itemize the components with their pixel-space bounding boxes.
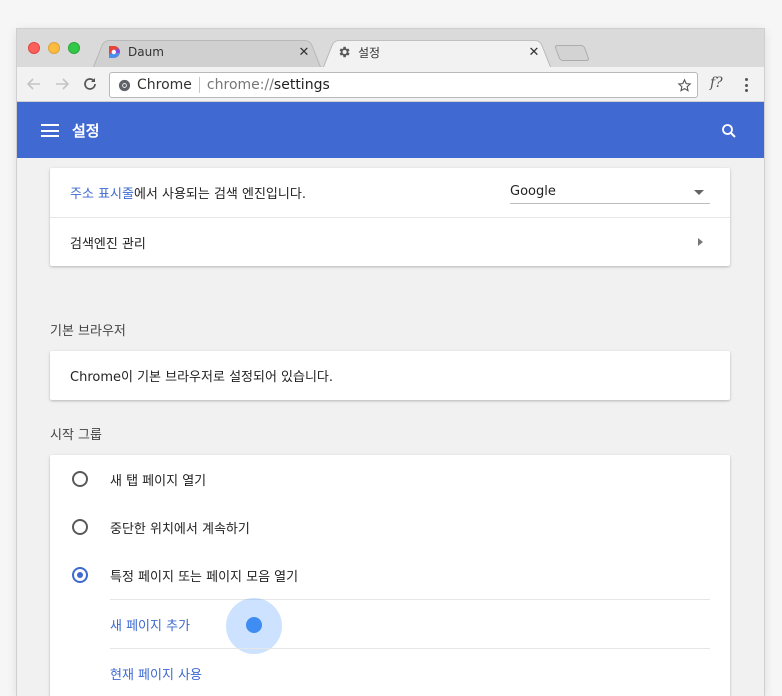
hamburger-menu-icon[interactable] bbox=[41, 124, 59, 137]
tab-title: 설정 bbox=[358, 45, 381, 60]
tab-daum[interactable]: Daum ✕ bbox=[93, 37, 321, 67]
startup-option-continue[interactable]: 중단한 위치에서 계속하기 bbox=[50, 503, 730, 551]
cursor-indicator bbox=[246, 617, 262, 633]
use-current-pages-link[interactable]: 현재 페이지 사용 bbox=[110, 664, 202, 683]
radio-label: 중단한 위치에서 계속하기 bbox=[110, 521, 250, 537]
address-bar-link[interactable]: 주소 표시줄 bbox=[70, 187, 134, 202]
forward-arrow-icon[interactable] bbox=[52, 74, 72, 94]
radio-label: 새 탭 페이지 열기 bbox=[110, 473, 207, 489]
search-engine-description: 주소 표시줄에서 사용되는 검색 엔진입니다. bbox=[70, 187, 306, 202]
tab-settings[interactable]: 설정 ✕ bbox=[323, 37, 551, 67]
omnibox-chip: Chrome bbox=[137, 77, 200, 93]
more-menu-icon[interactable] bbox=[739, 76, 753, 94]
default-browser-row: Chrome이 기본 브라우저로 설정되어 있습니다. bbox=[50, 351, 730, 400]
browser-window: Daum ✕ 설정 ✕ Chrome chrome://settings f? … bbox=[17, 29, 764, 696]
close-icon[interactable]: ✕ bbox=[527, 45, 541, 60]
minimize-window-button[interactable] bbox=[48, 42, 60, 54]
extension-icon[interactable]: f? bbox=[710, 75, 723, 91]
search-engine-select[interactable]: Google bbox=[510, 180, 710, 204]
manage-search-engines-row[interactable]: 검색엔진 관리 bbox=[50, 217, 730, 266]
tab-strip: Daum ✕ 설정 ✕ bbox=[17, 29, 764, 67]
default-browser-status: Chrome이 기본 브라우저로 설정되어 있습니다. bbox=[70, 370, 334, 385]
radio-button[interactable] bbox=[72, 471, 88, 487]
default-browser-section-title: 기본 브라우저 bbox=[50, 324, 126, 339]
radio-label: 특정 페이지 또는 페이지 모음 열기 bbox=[110, 569, 299, 585]
radio-button-checked[interactable] bbox=[72, 567, 88, 583]
close-icon[interactable]: ✕ bbox=[297, 45, 311, 60]
back-arrow-icon[interactable] bbox=[24, 74, 44, 94]
browser-toolbar: Chrome chrome://settings f? bbox=[17, 67, 764, 102]
daum-favicon-icon bbox=[107, 45, 121, 59]
settings-header: 설정 bbox=[17, 102, 764, 158]
search-engine-selected: Google bbox=[510, 184, 556, 199]
search-icon[interactable] bbox=[720, 122, 738, 140]
use-current-row: 현재 페이지 사용 bbox=[110, 648, 710, 696]
add-page-row: 새 페이지 추가 bbox=[110, 598, 710, 654]
page-title: 설정 bbox=[72, 122, 100, 140]
manage-search-engines-label: 검색엔진 관리 bbox=[70, 236, 146, 252]
search-engine-card: 주소 표시줄에서 사용되는 검색 엔진입니다. Google 검색엔진 관리 bbox=[50, 168, 730, 266]
chevron-right-icon bbox=[698, 238, 703, 246]
zoom-window-button[interactable] bbox=[68, 42, 80, 54]
bookmark-star-icon[interactable] bbox=[675, 76, 693, 94]
gear-icon bbox=[337, 45, 351, 59]
search-engine-row: 주소 표시줄에서 사용되는 검색 엔진입니다. Google bbox=[50, 168, 730, 217]
new-tab-button[interactable] bbox=[554, 45, 590, 61]
omnibox-url: chrome://settings bbox=[206, 77, 330, 93]
radio-button[interactable] bbox=[72, 519, 88, 535]
default-browser-card: Chrome이 기본 브라우저로 설정되어 있습니다. bbox=[50, 351, 730, 400]
startup-option-new-tab[interactable]: 새 탭 페이지 열기 bbox=[50, 455, 730, 503]
address-bar[interactable]: Chrome chrome://settings bbox=[109, 72, 698, 98]
startup-option-specific-pages[interactable]: 특정 페이지 또는 페이지 모음 열기 bbox=[50, 551, 730, 599]
reload-icon[interactable] bbox=[80, 74, 100, 94]
startup-section-title: 시작 그룹 bbox=[50, 428, 102, 443]
settings-content: 주소 표시줄에서 사용되는 검색 엔진입니다. Google 검색엔진 관리 기… bbox=[17, 158, 764, 696]
chrome-logo-icon bbox=[117, 78, 131, 92]
add-new-page-link[interactable]: 새 페이지 추가 bbox=[110, 615, 190, 634]
close-window-button[interactable] bbox=[28, 42, 40, 54]
dropdown-caret-icon bbox=[694, 190, 704, 195]
startup-card: 새 탭 페이지 열기 중단한 위치에서 계속하기 특정 페이지 또는 페이지 모… bbox=[50, 455, 730, 696]
tab-title: Daum bbox=[128, 45, 164, 59]
